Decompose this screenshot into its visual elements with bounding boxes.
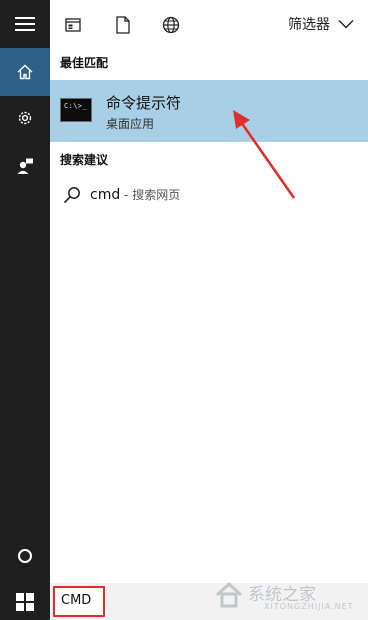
windows-logo-icon bbox=[16, 592, 34, 611]
search-suggestions-heading: 搜索建议 bbox=[60, 153, 109, 167]
result-subtitle: 桌面应用 bbox=[106, 117, 155, 131]
chevron-down-icon bbox=[338, 20, 354, 29]
result-title: 命令提示符 bbox=[106, 94, 182, 112]
best-match-result[interactable]: C:\>_ 命令提示符 桌面应用 bbox=[50, 80, 368, 142]
cortana-circle-icon bbox=[18, 549, 32, 563]
watermark-house-icon bbox=[215, 581, 243, 608]
search-suggestion-item[interactable]: cmd - 搜索网页 bbox=[50, 178, 368, 212]
search-icon bbox=[63, 187, 80, 204]
document-icon bbox=[116, 16, 130, 34]
start-button[interactable] bbox=[0, 583, 50, 620]
home-icon bbox=[17, 64, 33, 80]
home-button[interactable] bbox=[0, 48, 50, 96]
watermark-url: XITONGZHIJIA.NET bbox=[264, 602, 354, 611]
best-match-heading: 最佳匹配 bbox=[60, 56, 109, 70]
left-rail bbox=[0, 0, 50, 583]
app-window-icon bbox=[65, 18, 81, 32]
apps-filter-button[interactable] bbox=[60, 12, 86, 38]
web-filter-button[interactable] bbox=[158, 12, 184, 38]
menu-button[interactable] bbox=[0, 0, 50, 48]
settings-button[interactable] bbox=[0, 94, 50, 142]
documents-filter-button[interactable] bbox=[110, 12, 136, 38]
suggestion-query: cmd bbox=[90, 187, 121, 203]
user-feedback-icon bbox=[17, 158, 33, 174]
search-box-highlight bbox=[53, 586, 105, 617]
watermark-logo: 系统之家 XITONGZHIJIA.NET bbox=[212, 578, 362, 614]
filter-toolbar: 筛选器 bbox=[50, 0, 368, 48]
search-input[interactable] bbox=[55, 588, 99, 613]
globe-icon bbox=[162, 16, 180, 34]
suggestion-text: cmd - 搜索网页 bbox=[90, 186, 180, 203]
command-prompt-icon: C:\>_ bbox=[60, 98, 92, 122]
hamburger-icon bbox=[15, 17, 35, 31]
filter-label: 筛选器 bbox=[288, 17, 330, 33]
suggestion-suffix: - 搜索网页 bbox=[120, 188, 181, 202]
filter-dropdown[interactable]: 筛选器 bbox=[288, 14, 354, 34]
cortana-button[interactable] bbox=[0, 532, 50, 580]
settings-gear-icon bbox=[18, 111, 32, 125]
feedback-button[interactable] bbox=[0, 142, 50, 190]
